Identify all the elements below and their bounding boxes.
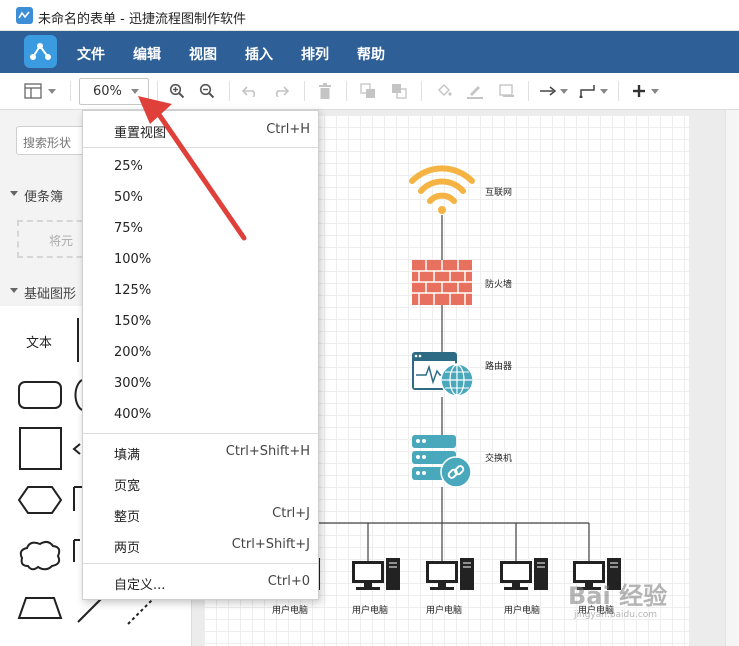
router-label: 路由器 (485, 362, 513, 372)
wifi-icon[interactable] (409, 165, 475, 214)
chevron-down-icon (48, 88, 56, 94)
trash-icon (319, 83, 331, 99)
zoom-menu-125[interactable]: 125% (83, 278, 318, 304)
zoom-dropdown-menu: 重置视图 Ctrl+H 25% 50% 75% 100% 125% 150% 2… (82, 110, 319, 600)
zoom-select[interactable]: 60% (79, 78, 149, 105)
pc-icon-4[interactable] (500, 558, 548, 590)
connector-style-button[interactable] (536, 79, 570, 103)
square-shape[interactable] (19, 427, 62, 470)
zoom-menu-two-pages[interactable]: 两页 Ctrl+Shift+J (83, 532, 318, 558)
zoom-menu-whole-page[interactable]: 整页 Ctrl+J (83, 501, 318, 527)
collapse-arrow-icon (10, 288, 18, 293)
arrow-right-icon (539, 86, 556, 96)
diamond-shape[interactable] (72, 443, 81, 455)
zoom-menu-50[interactable]: 50% (83, 185, 318, 211)
zoom-menu-150[interactable]: 150% (83, 309, 318, 335)
zoom-menu-300[interactable]: 300% (83, 371, 318, 397)
undo-button[interactable] (239, 79, 261, 103)
trapezoid-shape[interactable] (17, 597, 63, 619)
plus-icon (632, 85, 645, 97)
chevron-down-icon (131, 89, 139, 94)
zoom-menu-25[interactable]: 25% (83, 154, 318, 180)
zoom-menu-page-width[interactable]: 页宽 (83, 470, 318, 496)
firewall-label: 防火墙 (485, 280, 513, 290)
switch-label: 交换机 (485, 454, 513, 464)
format-panel-button[interactable] (20, 79, 60, 103)
document-shape[interactable] (73, 486, 82, 511)
zoom-out-icon (199, 83, 215, 99)
menu-edit[interactable]: 编辑 (133, 44, 161, 64)
elbow-connector-icon (579, 85, 595, 98)
hexagon-shape[interactable] (17, 486, 63, 514)
zoom-in-icon (169, 83, 185, 99)
vertical-scrollbar[interactable] (725, 110, 739, 646)
fill-color-button[interactable] (432, 79, 456, 103)
shadow-icon (499, 84, 514, 97)
zoom-menu-reset[interactable]: 重置视图 Ctrl+H (83, 117, 318, 143)
redo-icon (275, 86, 289, 97)
waypoint-button[interactable] (576, 79, 610, 103)
pc-label: 用户电脑 (272, 606, 309, 616)
chevron-down-icon (559, 88, 568, 94)
zoom-menu-fill[interactable]: 填满 Ctrl+Shift+H (83, 439, 318, 465)
pc-label: 用户电脑 (352, 606, 389, 616)
delete-button[interactable] (314, 79, 336, 103)
card-shape[interactable] (73, 539, 80, 562)
firewall-icon[interactable] (412, 260, 472, 305)
toolbar: 60% (0, 73, 739, 110)
insert-button[interactable] (628, 79, 662, 103)
bring-front-button[interactable] (357, 79, 379, 103)
redo-button[interactable] (270, 79, 292, 103)
collapse-arrow-icon (10, 191, 18, 196)
zoom-menu-75[interactable]: 75% (83, 216, 318, 242)
menu-insert[interactable]: 插入 (245, 44, 273, 64)
bring-to-front-icon (360, 83, 375, 98)
menu-view[interactable]: 视图 (189, 44, 217, 64)
pc-icon-2[interactable] (352, 558, 400, 590)
pc-label: 用户电脑 (504, 606, 541, 616)
pc-label: 用户电脑 (426, 606, 463, 616)
router-icon[interactable] (412, 352, 474, 397)
zoom-in-button[interactable] (166, 79, 188, 103)
menu-arrange[interactable]: 排列 (301, 44, 329, 64)
menu-file[interactable]: 文件 (77, 44, 105, 64)
panel-layout-icon (24, 83, 42, 99)
line-color-button[interactable] (463, 79, 487, 103)
rounded-rect-shape[interactable] (18, 381, 62, 409)
undo-icon (242, 86, 256, 97)
chevron-down-icon (599, 88, 608, 94)
chevron-down-icon (650, 88, 659, 94)
menu-help[interactable]: 帮助 (357, 44, 385, 64)
menu-bar: 文件 编辑 视图 插入 排列 帮助 (0, 31, 739, 73)
app-icon (16, 7, 33, 24)
zoom-menu-custom[interactable]: 自定义... Ctrl+0 (83, 569, 318, 595)
zoom-menu-200[interactable]: 200% (83, 340, 318, 366)
zoom-out-button[interactable] (196, 79, 218, 103)
paint-bucket-icon (438, 84, 452, 96)
zoom-menu-100[interactable]: 100% (83, 247, 318, 273)
zoom-value: 60% (93, 84, 122, 99)
app-logo-icon (24, 35, 57, 68)
pen-icon (467, 86, 483, 99)
shadow-button[interactable] (495, 79, 519, 103)
window-title: 未命名的表单 - 迅捷流程图制作软件 (38, 12, 246, 27)
dashed-line-shape[interactable] (127, 595, 157, 625)
cloud-shape[interactable] (19, 540, 61, 571)
send-back-button[interactable] (388, 79, 410, 103)
switch-icon[interactable] (412, 435, 472, 488)
internet-label: 互联网 (485, 188, 513, 198)
pc-icon-3[interactable] (426, 558, 474, 590)
send-to-back-icon (392, 84, 407, 99)
zoom-menu-400[interactable]: 400% (83, 402, 318, 428)
title-bar: 未命名的表单 - 迅捷流程图制作软件 (0, 0, 739, 31)
